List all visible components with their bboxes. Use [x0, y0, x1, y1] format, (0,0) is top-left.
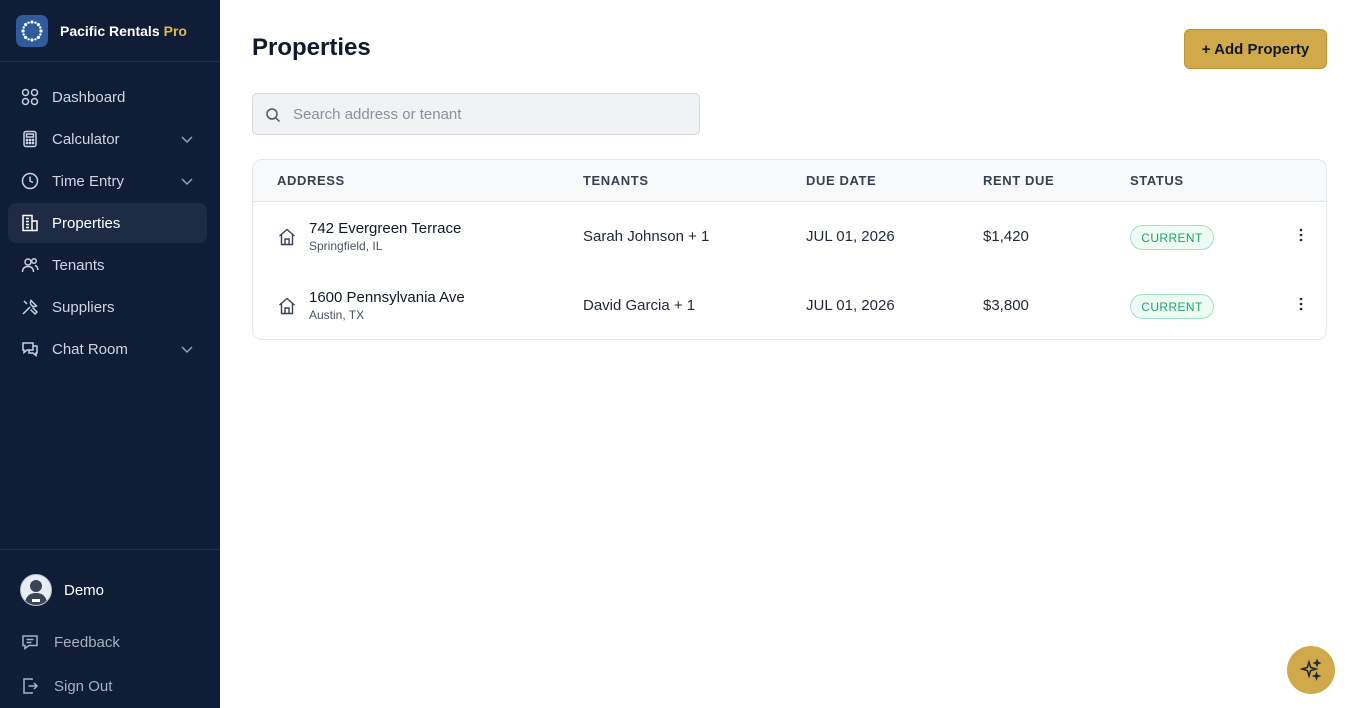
sidebar-nav: Dashboard Calculator Time Entry Properti…: [0, 62, 220, 369]
column-header-address[interactable]: ADDRESS: [277, 173, 345, 188]
sidebar-item-label: Calculator: [52, 130, 120, 148]
search-input[interactable]: [253, 94, 699, 134]
rent-due-cell: $1,420: [983, 228, 1029, 245]
house-icon: [279, 228, 295, 246]
sidebar-item-suppliers[interactable]: Suppliers: [8, 287, 207, 327]
chevron-down-icon[interactable]: [180, 132, 194, 146]
sidebar-item-label: Time Entry: [52, 172, 124, 190]
chat-icon: [21, 340, 39, 358]
sidebar-item-label: Chat Room: [52, 340, 128, 358]
users-icon: [21, 256, 39, 274]
table-row[interactable]: 742 Evergreen Terrace Springfield, IL Sa…: [253, 202, 1326, 271]
ai-assistant-button[interactable]: [1287, 646, 1335, 694]
sparkles-icon: [1299, 658, 1322, 681]
status-badge: CURRENT: [1130, 294, 1214, 319]
more-options-icon[interactable]: [1293, 227, 1309, 243]
chevron-down-icon[interactable]: [180, 174, 194, 188]
sidebar-item-calculator[interactable]: Calculator: [8, 119, 207, 159]
due-date-cell: JUL 01, 2026: [806, 228, 895, 245]
sidebar-footer: Demo Feedback Sign Out: [0, 549, 220, 708]
tenants-cell: David Garcia + 1: [583, 297, 696, 314]
user-profile[interactable]: Demo: [0, 572, 220, 608]
feedback-link[interactable]: Feedback: [0, 620, 220, 664]
building-icon: [21, 214, 39, 232]
property-street[interactable]: 1600 Pennsylvania Ave: [309, 289, 465, 306]
main-content: Properties + Add Property ADDRESS TENANT…: [220, 0, 1355, 708]
dashboard-icon: [21, 88, 39, 106]
sidebar: Pacific Rentals Pro Dashboard Calculator…: [0, 0, 220, 708]
property-street[interactable]: 742 Evergreen Terrace: [309, 220, 461, 237]
properties-table: ADDRESS TENANTS DUE DATE RENT DUE STATUS…: [252, 159, 1327, 340]
table-row[interactable]: 1600 Pennsylvania Ave Austin, TX David G…: [253, 271, 1326, 339]
feedback-label: Feedback: [54, 633, 120, 651]
sidebar-item-label: Dashboard: [52, 88, 126, 106]
property-city: Springfield, IL: [309, 239, 383, 253]
sign-out-icon: [23, 678, 39, 694]
sidebar-item-tenants[interactable]: Tenants: [8, 245, 207, 285]
sidebar-item-label: Tenants: [52, 256, 105, 274]
tenants-cell: Sarah Johnson + 1: [583, 228, 710, 245]
sidebar-item-dashboard[interactable]: Dashboard: [8, 77, 207, 117]
tools-icon: [21, 298, 39, 316]
column-header-tenants[interactable]: TENANTS: [583, 173, 649, 188]
sign-out-link[interactable]: Sign Out: [0, 664, 220, 708]
brand-tier: Pro: [163, 22, 187, 39]
table-header: ADDRESS TENANTS DUE DATE RENT DUE STATUS: [253, 160, 1326, 202]
column-header-status[interactable]: STATUS: [1130, 173, 1184, 188]
column-header-due-date[interactable]: DUE DATE: [806, 173, 876, 188]
user-name: Demo: [64, 581, 105, 599]
sidebar-item-time-entry[interactable]: Time Entry: [8, 161, 207, 201]
sidebar-item-label: Suppliers: [52, 298, 115, 316]
add-property-button[interactable]: + Add Property: [1184, 29, 1327, 69]
brand-logo-icon: [16, 14, 48, 47]
rent-due-cell: $3,800: [983, 297, 1029, 314]
brand[interactable]: Pacific Rentals Pro: [0, 0, 220, 62]
search-icon: [266, 108, 281, 123]
house-icon: [279, 297, 295, 315]
avatar: [20, 574, 52, 606]
sidebar-item-properties[interactable]: Properties: [8, 203, 207, 243]
page-title: Properties: [252, 34, 371, 61]
brand-name: Pacific Rentals: [60, 22, 160, 39]
search-box: [252, 93, 700, 135]
calculator-icon: [21, 130, 39, 148]
status-badge: CURRENT: [1130, 225, 1214, 250]
property-city: Austin, TX: [309, 308, 365, 322]
feedback-icon: [22, 635, 38, 650]
chevron-down-icon[interactable]: [180, 342, 194, 356]
sign-out-label: Sign Out: [54, 677, 113, 695]
clock-icon: [21, 172, 39, 190]
due-date-cell: JUL 01, 2026: [806, 297, 895, 314]
sidebar-item-chat-room[interactable]: Chat Room: [8, 329, 207, 369]
more-options-icon[interactable]: [1293, 296, 1309, 312]
column-header-rent-due[interactable]: RENT DUE: [983, 173, 1054, 188]
sidebar-item-label: Properties: [52, 214, 121, 232]
